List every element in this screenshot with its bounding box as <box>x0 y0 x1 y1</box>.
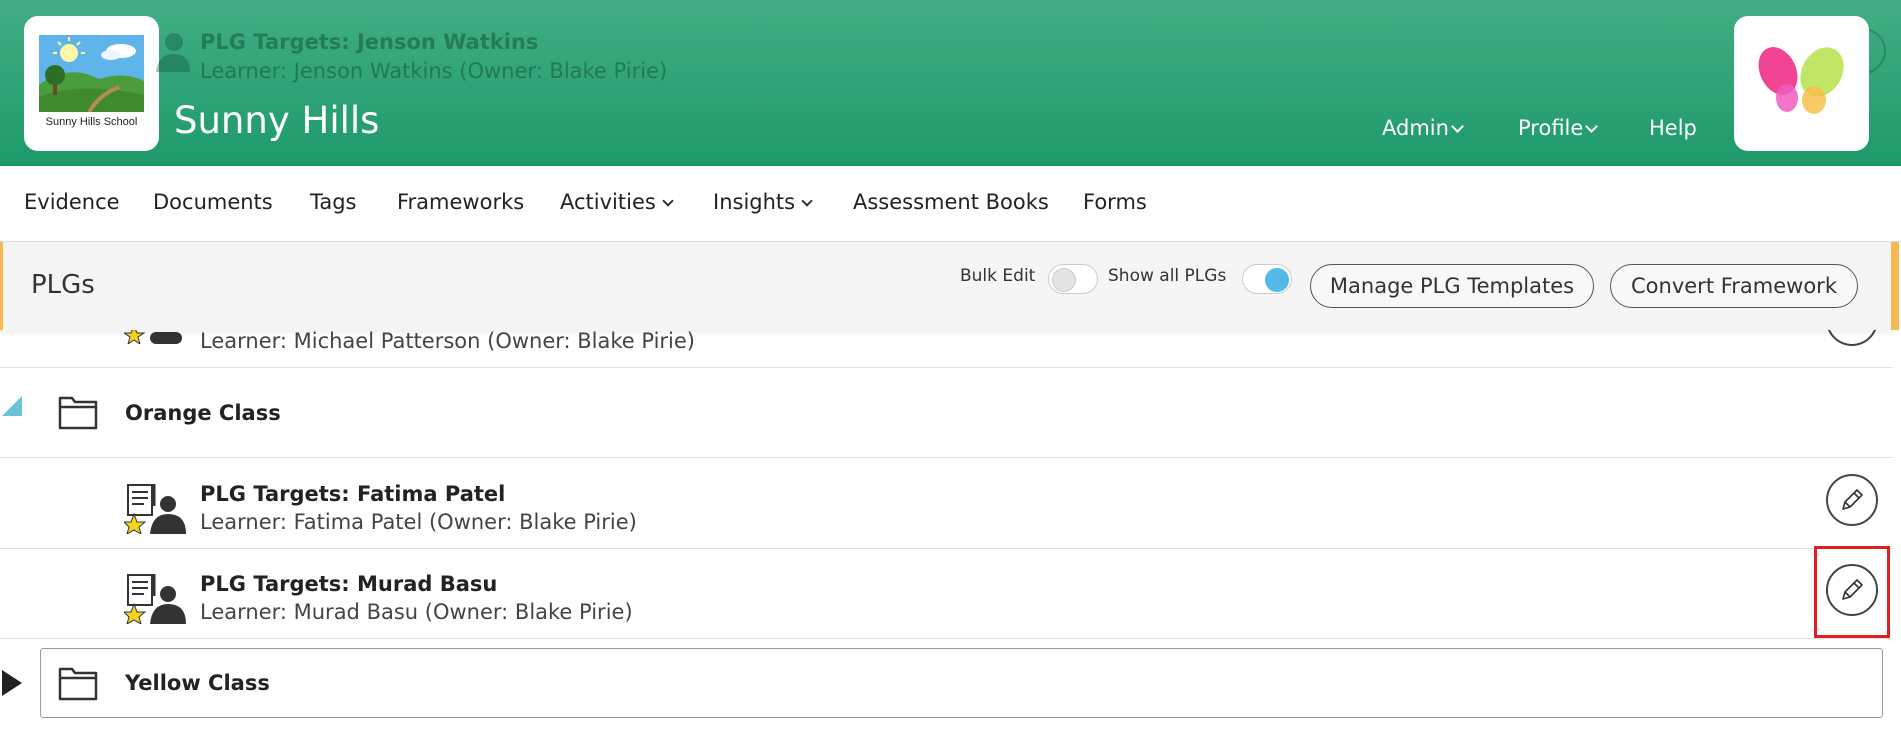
plg-subtitle: Learner: Murad Basu (Owner: Blake Pirie) <box>200 600 633 624</box>
plg-title[interactable]: PLG Targets: Fatima Patel <box>200 482 505 506</box>
highlight-box <box>1814 546 1890 638</box>
background-plg-title: PLG Targets: Jenson Watkins <box>200 30 539 54</box>
nav-assessment-books[interactable]: Assessment Books <box>853 190 1049 214</box>
collapsed-triangle-icon[interactable] <box>2 670 22 696</box>
admin-menu[interactable]: Admin <box>1382 116 1464 140</box>
folder-name: Yellow Class <box>125 671 270 695</box>
nav-forms[interactable]: Forms <box>1083 190 1147 214</box>
manage-plg-templates-button[interactable]: Manage PLG Templates <box>1310 264 1594 308</box>
nav-insights[interactable]: Insights <box>713 190 813 214</box>
expand-triangle-icon[interactable] <box>2 396 22 416</box>
brand-logo[interactable] <box>1734 16 1869 151</box>
nav-activities-label: Activities <box>560 190 656 214</box>
pencil-icon <box>1842 489 1863 510</box>
chevron-down-icon <box>662 195 674 207</box>
help-link[interactable]: Help <box>1649 116 1697 140</box>
folder-name[interactable]: Orange Class <box>125 401 281 425</box>
plg-targets-icon <box>124 574 186 624</box>
plg-targets-icon <box>124 484 186 534</box>
edit-plg-button[interactable] <box>1826 474 1878 526</box>
toggle-knob <box>1265 268 1289 292</box>
butterfly-logo-icon <box>1758 47 1844 114</box>
row-divider <box>0 548 1893 549</box>
nav-insights-label: Insights <box>713 190 796 214</box>
row-divider <box>0 638 1893 639</box>
chevron-down-icon <box>1451 120 1464 133</box>
chevron-down-icon <box>801 195 813 207</box>
nav-tags[interactable]: Tags <box>310 190 357 214</box>
show-all-plgs-label: Show all PLGs <box>1108 266 1227 286</box>
chevron-down-icon <box>1585 120 1599 133</box>
school-logo-caption: Sunny Hills School <box>45 116 138 128</box>
toolbar-accent-bar <box>1891 242 1899 330</box>
folder-icon <box>58 667 98 701</box>
school-logo[interactable]: Sunny Hills School <box>24 16 159 151</box>
background-learner-icon <box>156 33 190 72</box>
plg-subtitle: Learner: Michael Patterson (Owner: Blake… <box>200 329 695 353</box>
row-divider <box>0 457 1893 458</box>
app-header: Sunny Hills School PLG Targets: Jenson W… <box>0 0 1901 166</box>
plg-toolbar: PLGs Bulk Edit Show all PLGs Manage PLG … <box>0 242 1893 330</box>
profile-menu-label: Profile <box>1518 116 1584 140</box>
row-divider <box>0 367 1893 368</box>
folder-row[interactable]: Yellow Class <box>40 648 1883 718</box>
bulk-edit-label: Bulk Edit <box>960 266 1036 286</box>
school-name: Sunny Hills <box>174 99 380 142</box>
folder-icon <box>58 396 98 430</box>
nav-activities[interactable]: Activities <box>560 190 674 214</box>
convert-framework-button[interactable]: Convert Framework <box>1610 264 1858 308</box>
admin-menu-label: Admin <box>1382 116 1449 140</box>
nav-frameworks[interactable]: Frameworks <box>397 190 524 214</box>
background-plg-subtitle: Learner: Jenson Watkins (Owner: Blake Pi… <box>200 59 668 83</box>
bulk-edit-toggle[interactable] <box>1048 264 1098 294</box>
page-title: PLGs <box>31 270 95 300</box>
main-nav: Evidence Documents Tags Frameworks Activ… <box>0 166 1901 242</box>
plg-subtitle: Learner: Fatima Patel (Owner: Blake Piri… <box>200 510 637 534</box>
school-logo-image <box>39 35 144 112</box>
nav-documents[interactable]: Documents <box>153 190 273 214</box>
show-all-plgs-toggle[interactable] <box>1242 264 1292 294</box>
plg-title[interactable]: PLG Targets: Murad Basu <box>200 572 497 596</box>
toggle-knob <box>1052 268 1076 292</box>
nav-evidence[interactable]: Evidence <box>24 190 120 214</box>
profile-menu[interactable]: Profile <box>1518 116 1599 140</box>
